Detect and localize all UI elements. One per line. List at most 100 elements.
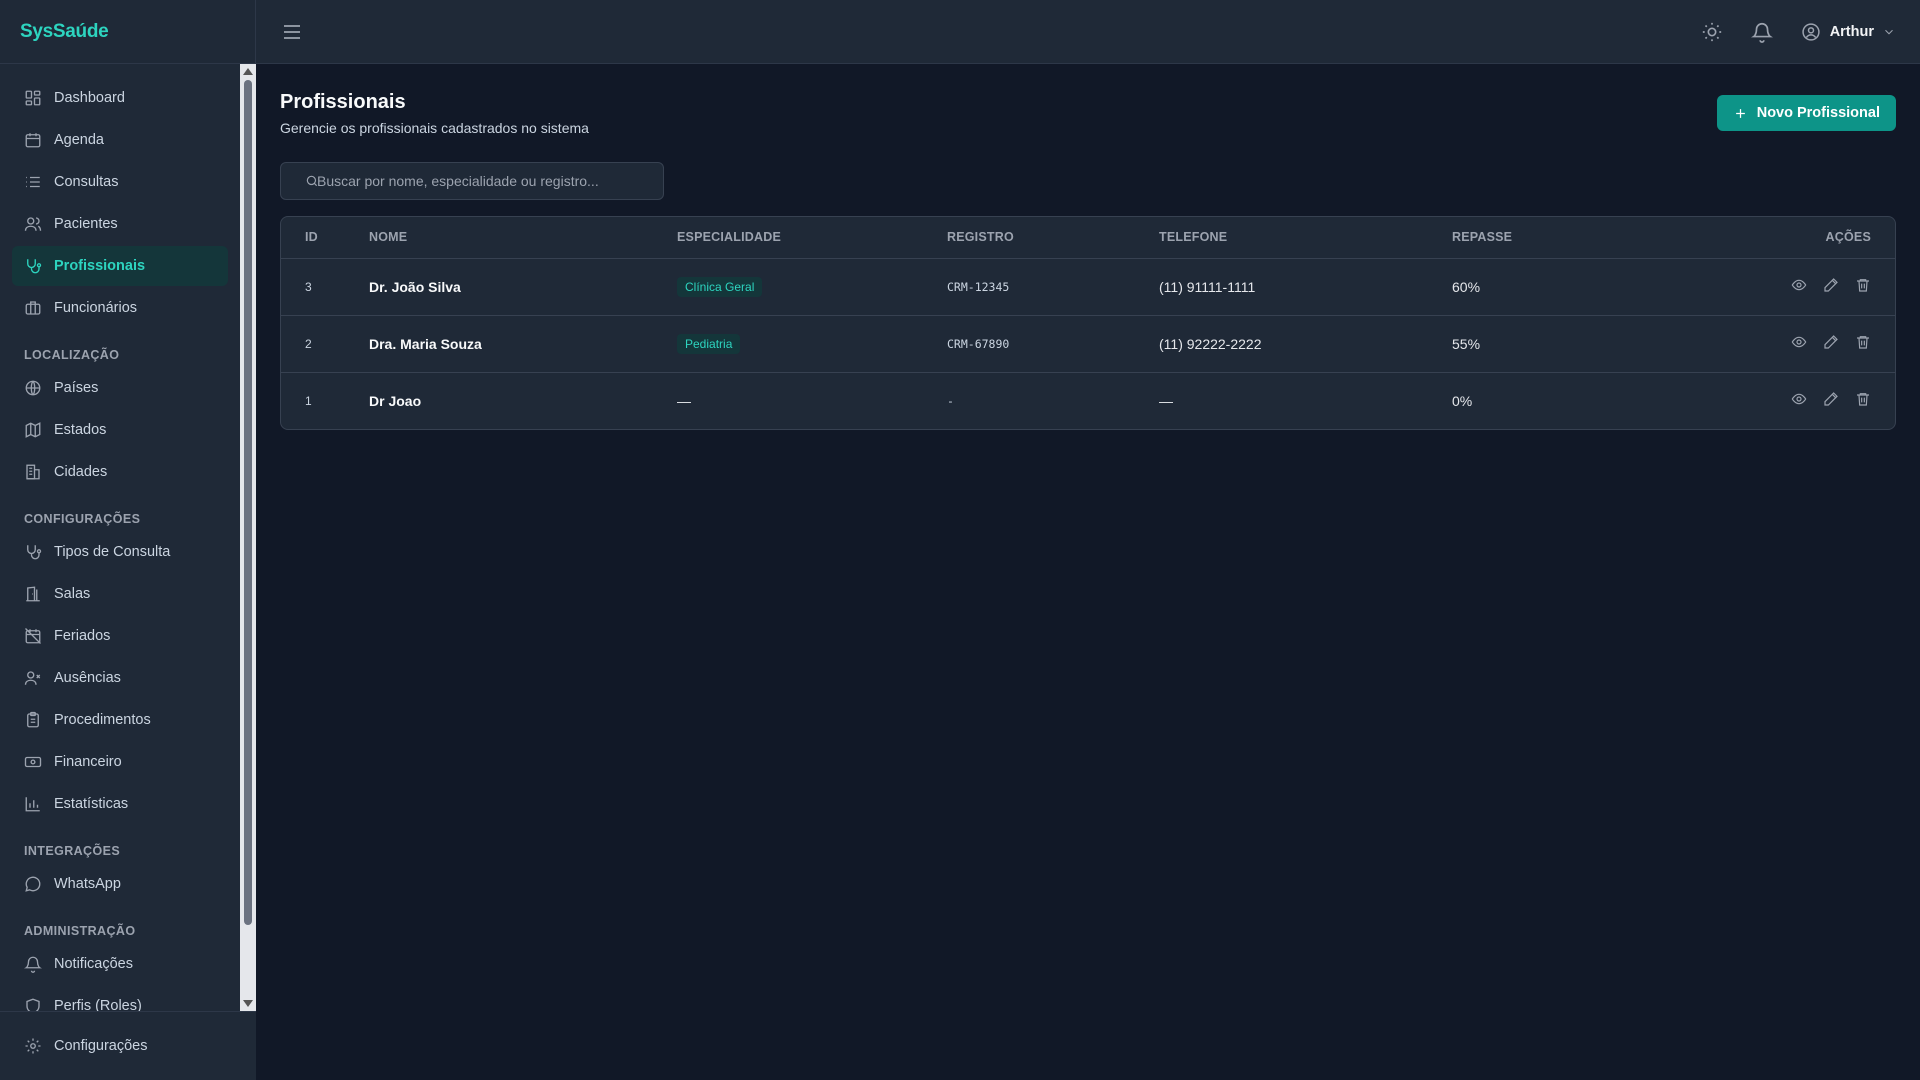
specialty-badge: Clínica Geral [677,276,763,297]
scroll-up-arrow-icon[interactable] [243,68,253,75]
sidebar-item-ausencias[interactable]: Ausências [12,658,228,698]
cell-acoes [1752,372,1895,429]
sidebar-item-label: Dashboard [54,90,125,106]
user-name: Arthur [1829,24,1874,40]
section-localizacao: LOCALIZAÇÃO [24,348,120,362]
col-registro[interactable]: REGISTRO [947,217,1159,259]
sidebar-item-salas[interactable]: Salas [12,574,228,614]
globe-icon [25,380,41,396]
notifications-button[interactable] [1750,21,1773,43]
new-professional-label: Novo Profissional [1756,105,1880,121]
cell-especialidade: Clínica Geral [677,258,947,316]
cell-acoes [1752,258,1895,316]
sidebar-item-perfis[interactable]: Perfis (Roles) [12,986,228,1011]
sidebar-item-funcionarios[interactable]: Funcionários [12,288,228,328]
bell-icon [1750,23,1773,43]
table-row[interactable]: 1 Dr Joao — - — 0% [281,372,1895,429]
top-header: Arthur [256,0,1920,64]
view-button[interactable] [1791,334,1807,350]
new-professional-button[interactable]: Novo Profissional [1716,95,1896,131]
sidebar-item-paises[interactable]: Países [12,368,228,408]
col-acoes: AÇÕES [1752,217,1895,259]
sidebar-item-profissionais[interactable]: Profissionais [12,246,228,286]
col-especialidade[interactable]: ESPECIALIDADE [677,217,947,259]
sidebar-item-pacientes[interactable]: Pacientes [12,204,228,244]
sidebar-item-configuracoes[interactable]: Configurações [12,1026,244,1066]
menu-toggle-button[interactable] [280,20,304,44]
col-repasse[interactable]: REPASSE [1452,217,1752,259]
trash-icon [1857,279,1869,292]
sidebar-item-estados[interactable]: Estados [12,410,228,450]
pencil-icon [1824,278,1838,292]
sidebar-item-whatsapp[interactable]: WhatsApp [12,864,228,904]
sidebar-nav: Dashboard Agenda Consultas Pacientes Pro… [0,64,256,1011]
sidebar-item-label: Configurações [54,1038,148,1054]
delete-button[interactable] [1855,277,1871,293]
sidebar-item-procedimentos[interactable]: Procedimentos [12,700,228,740]
trash-icon [1857,336,1869,349]
header-actions: Arthur [1673,0,1896,64]
cell-repasse: 60% [1452,258,1752,316]
edit-button[interactable] [1823,391,1839,407]
sidebar-item-label: Financeiro [54,754,122,770]
sidebar-item-label: Ausências [54,670,121,686]
col-telefone[interactable]: TELEFONE [1159,217,1452,259]
table-row[interactable]: 3 Dr. João Silva Clínica Geral CRM-12345… [281,258,1895,316]
sidebar-item-consultas[interactable]: Consultas [12,162,228,202]
calendar-icon [25,133,41,148]
section-configuracoes: CONFIGURAÇÕES [24,512,141,526]
sidebar-item-notificacoes[interactable]: Notificações [12,944,228,984]
sidebar-item-tipos-de-consulta[interactable]: Tipos de Consulta [12,532,228,572]
view-button[interactable] [1791,391,1807,407]
sidebar-item-agenda[interactable]: Agenda [12,120,228,160]
section-integracoes: INTEGRAÇÕES [24,844,121,858]
chevron-down-icon [1885,29,1893,35]
col-id[interactable]: ID [281,217,369,259]
cell-especialidade: — [677,392,691,409]
sidebar-item-label: Funcionários [54,300,138,316]
sidebar-item-label: Países [54,380,99,396]
cell-nome: Dr Joao [369,392,422,409]
delete-button[interactable] [1855,334,1871,350]
sun-icon [1702,22,1721,42]
sidebar-item-dashboard[interactable]: Dashboard [12,78,228,118]
page-subtitle: Gerencie os profissionais cadastrados no… [280,120,589,136]
edit-button[interactable] [1823,334,1839,350]
search-input[interactable] [317,173,647,189]
sidebar-scrollbar[interactable] [240,64,256,1011]
message-circle-icon [25,876,41,892]
page-title: Profissionais [280,91,406,113]
door-icon [26,586,40,602]
edit-button[interactable] [1823,277,1839,293]
search-box [280,162,664,200]
cell-registro: CRM-12345 [947,258,1159,316]
view-button[interactable] [1791,277,1807,293]
user-menu-button[interactable]: Arthur [1801,22,1896,42]
sidebar-item-label: Procedimentos [54,712,151,728]
sidebar-item-estatisticas[interactable]: Estatísticas [12,784,228,824]
sidebar-item-label: Notificações [54,956,133,972]
briefcase-icon [25,301,41,315]
cell-acoes [1752,315,1895,373]
cell-registro: CRM-67890 [947,315,1159,373]
sidebar-item-cidades[interactable]: Cidades [12,452,228,492]
theme-toggle-button[interactable] [1701,21,1723,43]
brand-logo[interactable]: SysSaúde [0,0,255,64]
users-icon [24,217,42,231]
user-circle-icon [1802,23,1820,41]
user-x-icon [24,671,41,685]
col-nome[interactable]: NOME [369,217,677,259]
sidebar-item-feriados[interactable]: Feriados [12,616,228,656]
table-row[interactable]: 2 Dra. Maria Souza Pediatria CRM-67890 (… [281,315,1895,373]
cell-nome: Dr. João Silva [369,258,677,316]
sidebar-item-financeiro[interactable]: Financeiro [12,742,228,782]
scrollbar-thumb[interactable] [244,80,252,925]
scroll-down-arrow-icon[interactable] [243,1000,253,1007]
cell-registro: - [947,393,954,408]
eye-icon [1791,393,1807,405]
map-icon [25,422,41,438]
delete-button[interactable] [1855,391,1871,407]
sidebar: SysSaúde Dashboard Agenda Consultas Paci… [0,0,256,1080]
professionals-table: ID NOME ESPECIALIDADE REGISTRO TELEFONE … [280,216,1896,430]
dashboard-icon [25,90,41,106]
